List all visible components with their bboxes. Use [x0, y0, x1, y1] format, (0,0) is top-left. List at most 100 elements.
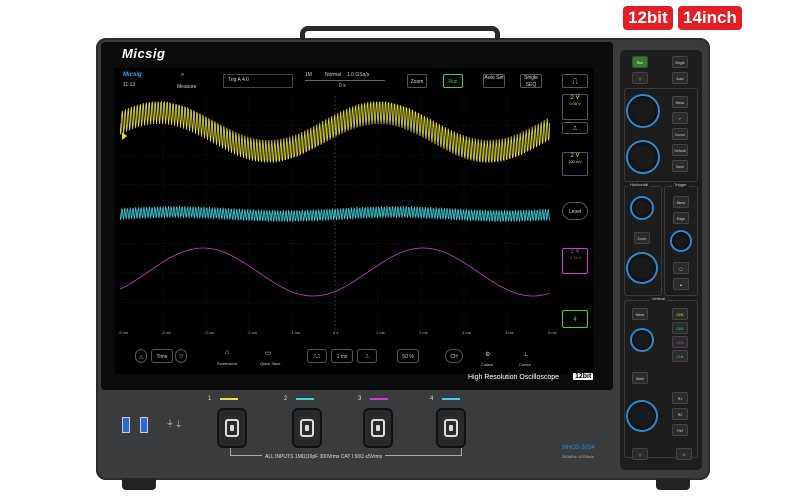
ch2-box[interactable]: 2 V 100 mV: [562, 152, 588, 176]
trigger-info[interactable]: Trig A 4.0: [223, 74, 293, 88]
collect-label[interactable]: Collect: [481, 362, 493, 367]
menu-key[interactable]: Menu: [672, 96, 688, 108]
ch3-key[interactable]: CH3: [672, 336, 688, 348]
ch1-offset: 0.00 V: [569, 101, 581, 106]
autoset-button[interactable]: Auto Set: [483, 74, 505, 88]
screenshot-label[interactable]: Screenshot: [217, 361, 237, 366]
r2-key[interactable]: R2: [672, 408, 688, 420]
v-position-knob[interactable]: [632, 330, 652, 350]
horizontal-title: Horizontal: [628, 182, 651, 187]
single-button[interactable]: Single SEQ: [520, 74, 542, 88]
right-foot: [656, 478, 690, 490]
acq-button[interactable]: ⎍⎍: [307, 349, 327, 363]
menu-arrow-button[interactable]: △: [135, 349, 147, 363]
right-channel-panel: ⎍ 2 V 0.00 V ⎍ 2 V 100 mV Level 2 V -4.7…: [560, 70, 590, 340]
ch3-bnc-port[interactable]: [363, 408, 393, 448]
trig-up-key[interactable]: ▲: [673, 278, 689, 290]
multipurpose-knob-a[interactable]: [628, 96, 658, 126]
ch2-offset: 100 mV: [568, 159, 582, 164]
control-panel: Run Single ⎙ Auto Menu ↩ Cursor Default …: [620, 50, 702, 470]
ch1-bnc-port[interactable]: [217, 408, 247, 448]
screenshot-icon[interactable]: ⌂: [225, 349, 229, 356]
bottom-toolbar: △ Time ▽ ⌂ Screenshot ▭ Quick Save ⎍⎍ 1 …: [115, 345, 593, 373]
memory-bar: [305, 80, 385, 81]
h-scale-knob[interactable]: [628, 254, 656, 282]
single-key[interactable]: Single: [672, 56, 688, 68]
multipurpose-knob-b[interactable]: [628, 142, 658, 172]
x-tick-label: 1 ms: [376, 330, 385, 335]
ch1-marker[interactable]: [122, 132, 127, 140]
waveform-grid: [120, 96, 550, 332]
hr-label: High Resolution Oscilloscope: [468, 374, 560, 381]
math-key[interactable]: Math: [632, 372, 648, 384]
ch1-tail-icon[interactable]: ⎍: [562, 122, 588, 134]
ch2-bnc-port[interactable]: [292, 408, 322, 448]
quicksave-label[interactable]: Quick Save: [260, 361, 280, 366]
h-position-knob[interactable]: [632, 198, 652, 218]
x-tick-label: 0 s: [333, 330, 339, 335]
channel-button[interactable]: CH: [445, 349, 463, 363]
x-tick-label: -4 ms: [161, 330, 171, 335]
back-key[interactable]: ↩: [672, 112, 688, 124]
trigger-offset: 0 s: [339, 83, 346, 89]
run-button[interactable]: Run: [443, 74, 463, 88]
camera-key[interactable]: ⎙: [632, 72, 648, 84]
v-menu-key[interactable]: Menu: [632, 308, 648, 320]
cursor-icon[interactable]: ⊥: [523, 351, 528, 358]
edge-key[interactable]: Edge: [673, 212, 689, 224]
measure-icon[interactable]: ⌕: [181, 72, 184, 79]
probe-comp-icon: ⏚ ⍊: [166, 419, 182, 428]
hr-badge: 12bit: [573, 373, 594, 380]
ch1-key[interactable]: CH1: [672, 308, 688, 320]
power-key[interactable]: ⏻: [676, 448, 692, 460]
trigger-title: Trigger: [672, 182, 689, 187]
ch1-trig-icon[interactable]: ⎍: [562, 74, 588, 88]
cursor-label[interactable]: Cursor: [519, 362, 531, 367]
x-tick-label: -1 ms: [290, 330, 300, 335]
print-key[interactable]: ⎙: [632, 448, 648, 460]
ch4-label: 4: [430, 396, 434, 402]
ch4-color-line: [442, 398, 460, 400]
quicksave-icon[interactable]: ▭: [265, 349, 272, 357]
ch4-bnc-port[interactable]: [436, 408, 466, 448]
trig-menu-key[interactable]: Menu: [673, 196, 689, 208]
default-key[interactable]: Default: [672, 144, 688, 156]
ch3-color-line: [370, 398, 388, 400]
ch4-key[interactable]: CH4: [672, 350, 688, 362]
zoom-button[interactable]: Zoom: [407, 74, 427, 88]
model-name: MHO3-3034: [562, 445, 595, 451]
trig-level-knob[interactable]: [672, 232, 690, 250]
app-logo: Micsig: [123, 72, 142, 78]
clock: 11:13: [123, 82, 136, 88]
v-scale-knob[interactable]: [628, 402, 656, 430]
ch3-box[interactable]: 2 V -4.76 V: [562, 248, 588, 274]
ch2-color-line: [296, 398, 314, 400]
usb-port-2[interactable]: [140, 417, 148, 433]
usb-port-1[interactable]: [122, 417, 130, 433]
ch4-box[interactable]: 4: [562, 310, 588, 328]
level-button[interactable]: Level: [562, 202, 588, 220]
x-tick-label: -3 ms: [204, 330, 214, 335]
measure-label[interactable]: Measure: [177, 84, 196, 90]
ch1-box[interactable]: 2 V 0.00 V: [562, 94, 588, 120]
zoom-key[interactable]: Zoom: [634, 232, 650, 244]
time-scale-button[interactable]: 1 ms: [331, 349, 353, 363]
collect-icon[interactable]: ⚙: [485, 351, 490, 358]
auto-key[interactable]: Auto: [672, 72, 688, 84]
trig-force-key[interactable]: ◯: [673, 262, 689, 274]
x-tick-label: 3 ms: [462, 330, 471, 335]
ch3-label: 3: [358, 396, 362, 402]
menu-down-button[interactable]: ▽: [175, 349, 187, 363]
trigger-edge-button[interactable]: ⎍: [357, 349, 377, 363]
ref-key[interactable]: Ref: [672, 424, 688, 436]
time-button[interactable]: Time: [151, 349, 173, 363]
ch3-offset: -4.76 V: [568, 255, 582, 260]
x-tick-label: -2 ms: [247, 330, 257, 335]
ch2-key[interactable]: CH2: [672, 322, 688, 334]
ch1-label: 1: [208, 396, 212, 402]
cursor-key[interactable]: Cursor: [672, 128, 688, 140]
percent-button[interactable]: 50 %: [397, 349, 419, 363]
save-key[interactable]: Save: [672, 160, 688, 172]
run-key[interactable]: Run: [632, 56, 648, 68]
r1-key[interactable]: R1: [672, 392, 688, 404]
